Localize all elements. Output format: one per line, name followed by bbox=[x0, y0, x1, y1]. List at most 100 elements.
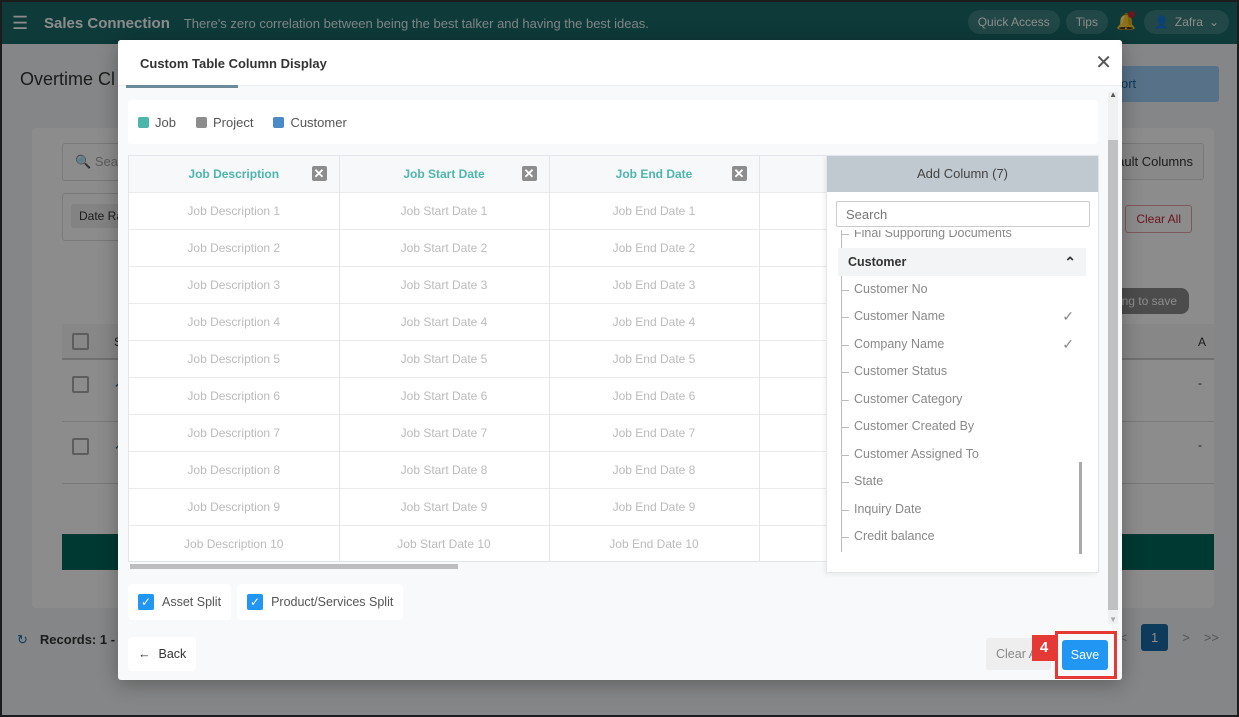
table-cell: Job End Date 7 bbox=[549, 413, 760, 451]
remove-column-icon[interactable]: ✕ bbox=[521, 166, 537, 181]
table-cell: Job End Date 1 bbox=[549, 191, 760, 229]
tree-item[interactable]: Customer Status bbox=[836, 358, 1086, 386]
split-options: ✓ Asset Split ✓ Product/Services Split bbox=[128, 584, 404, 620]
table-cell bbox=[759, 487, 827, 525]
table-cell bbox=[759, 191, 827, 229]
legend-swatch bbox=[138, 116, 149, 128]
remove-column-icon[interactable]: ✕ bbox=[731, 166, 747, 181]
tree-item[interactable]: Customer Category bbox=[836, 386, 1086, 414]
table-cell: Job Description 10 bbox=[129, 524, 340, 561]
table-row: Job Description 5 Job Start Date 5 Job End… bbox=[129, 339, 827, 377]
legend-swatch bbox=[195, 116, 207, 128]
legend-item-project: Project bbox=[195, 115, 253, 130]
asset-split-checkbox[interactable]: ✓ Asset Split bbox=[128, 584, 232, 620]
table-cell: Job Start Date 6 bbox=[339, 376, 550, 414]
legend-swatch bbox=[273, 116, 285, 128]
table-cell bbox=[759, 265, 827, 303]
table-cell: Job Description 6 bbox=[129, 376, 340, 414]
table-cell: Job End Date 6 bbox=[549, 376, 760, 414]
checkmark-icon: ✓ bbox=[1062, 308, 1074, 324]
column-header-row: Job Description ✕ Job Start Date ✕ Job End D… bbox=[129, 156, 827, 192]
table-cell: Job Description 3 bbox=[129, 265, 340, 303]
table-cell: Job Start Date 2 bbox=[339, 228, 550, 266]
table-cell bbox=[759, 339, 827, 377]
tree-item[interactable]: Customer Assigned To bbox=[836, 441, 1086, 469]
table-cell: Job Start Date 4 bbox=[339, 302, 550, 340]
table-cell: Job End Date 4 bbox=[549, 302, 760, 340]
tree-scrollbar[interactable] bbox=[1079, 462, 1082, 554]
scroll-down-arrow-icon[interactable]: ▼ bbox=[1109, 615, 1117, 624]
table-cell: Job Start Date 8 bbox=[339, 450, 550, 488]
table-cell: Job End Date 10 bbox=[549, 524, 760, 561]
tree-item[interactable]: Customer Name ✓ bbox=[836, 303, 1086, 331]
close-icon[interactable]: ✕ bbox=[1095, 50, 1112, 75]
legend-item-customer: Customer bbox=[273, 115, 347, 130]
legend-item-job: Job bbox=[138, 115, 176, 130]
table-row: Job Description 4 Job Start Date 4 Job End… bbox=[129, 302, 827, 340]
table-cell bbox=[759, 524, 827, 561]
column-type-legend: Job Project Customer bbox=[128, 100, 1098, 144]
table-cell bbox=[759, 376, 827, 414]
table-cell: Job End Date 2 bbox=[549, 228, 760, 266]
table-row: Job Description 10 Job Start Date 10 Job E… bbox=[129, 524, 827, 561]
table-cell: Job Start Date 10 bbox=[339, 524, 550, 561]
table-cell bbox=[759, 450, 827, 488]
product-services-split-checkbox[interactable]: ✓ Product/Services Split bbox=[237, 584, 404, 620]
table-cell: Job End Date 8 bbox=[549, 450, 760, 488]
table-row: Job Description 7 Job Start Date 7 Job End… bbox=[129, 413, 827, 451]
active-tab-indicator bbox=[126, 85, 238, 88]
table-row: Job Description 8 Job Start Date 8 Job End… bbox=[129, 450, 827, 488]
tree-item[interactable]: Customer No bbox=[836, 276, 1086, 304]
column-tree: Final Supporting Documents Customer ⌃ Cu… bbox=[836, 230, 1086, 552]
tree-item[interactable]: Credit balance bbox=[836, 523, 1086, 551]
table-cell: Job End Date 5 bbox=[549, 339, 760, 377]
column-header bbox=[759, 156, 827, 192]
tree-group-customer[interactable]: Customer ⌃ bbox=[838, 247, 1086, 276]
table-cell: Job Description 8 bbox=[129, 450, 340, 488]
modal-scrollbar-thumb[interactable] bbox=[1108, 140, 1118, 610]
table-cell: Job End Date 3 bbox=[549, 265, 760, 303]
remove-column-icon[interactable]: ✕ bbox=[311, 166, 327, 181]
table-cell: Job Description 2 bbox=[129, 228, 340, 266]
annotation-step-number: 4 bbox=[1032, 635, 1056, 661]
tree-item[interactable]: State bbox=[836, 468, 1086, 496]
column-header: Job Description ✕ bbox=[129, 156, 340, 192]
add-column-panel: Add Column (7) Final Supporting Document… bbox=[826, 155, 1099, 573]
table-cell: Job Description 5 bbox=[129, 339, 340, 377]
app-window: ☰ Sales Connection There's zero correlat… bbox=[2, 2, 1237, 715]
checkbox-checked-icon: ✓ bbox=[138, 594, 154, 610]
table-cell: Job Start Date 7 bbox=[339, 413, 550, 451]
column-header: Job End Date ✕ bbox=[549, 156, 760, 192]
table-cell: Job Description 1 bbox=[129, 191, 340, 229]
arrow-left-icon: ← bbox=[138, 647, 151, 661]
tree-item[interactable]: Company Name ✓ bbox=[836, 331, 1086, 359]
scroll-up-arrow-icon[interactable]: ▲ bbox=[1109, 90, 1117, 99]
table-cell: Job Description 7 bbox=[129, 413, 340, 451]
table-cell bbox=[759, 413, 827, 451]
selected-columns-table: Job Description ✕ Job Start Date ✕ Job End D… bbox=[128, 155, 828, 562]
tree-item[interactable]: Customer Created By bbox=[836, 413, 1086, 441]
modal-header: Custom Table Column Display ✕ bbox=[118, 40, 1122, 86]
horizontal-scrollbar[interactable] bbox=[130, 564, 458, 569]
table-row: Job Description 3 Job Start Date 3 Job End… bbox=[129, 265, 827, 303]
table-cell: Job Description 4 bbox=[129, 302, 340, 340]
tree-item[interactable]: Inquiry Date bbox=[836, 496, 1086, 524]
table-cell: Job Start Date 1 bbox=[339, 191, 550, 229]
back-button[interactable]: ← Back bbox=[128, 637, 197, 671]
column-header: Job Start Date ✕ bbox=[339, 156, 550, 192]
table-cell bbox=[759, 302, 827, 340]
table-row: Job Description 6 Job Start Date 6 Job End… bbox=[129, 376, 827, 414]
annotation-highlight bbox=[1055, 631, 1117, 679]
table-cell: Job Start Date 9 bbox=[339, 487, 550, 525]
table-row: Job Description 2 Job Start Date 2 Job End… bbox=[129, 228, 827, 266]
table-cell: Job Description 9 bbox=[129, 487, 340, 525]
checkbox-checked-icon: ✓ bbox=[247, 594, 264, 610]
add-column-title: Add Column (7) bbox=[827, 156, 1098, 192]
table-cell: Job Start Date 3 bbox=[339, 265, 550, 303]
column-search-input[interactable] bbox=[836, 201, 1090, 227]
table-cell: Job Start Date 5 bbox=[339, 339, 550, 377]
modal-title: Custom Table Column Display bbox=[140, 56, 327, 71]
chevron-up-icon[interactable]: ⌃ bbox=[1064, 248, 1076, 276]
tree-item[interactable]: Final Supporting Documents bbox=[836, 230, 1086, 248]
table-cell: Job End Date 9 bbox=[549, 487, 760, 525]
